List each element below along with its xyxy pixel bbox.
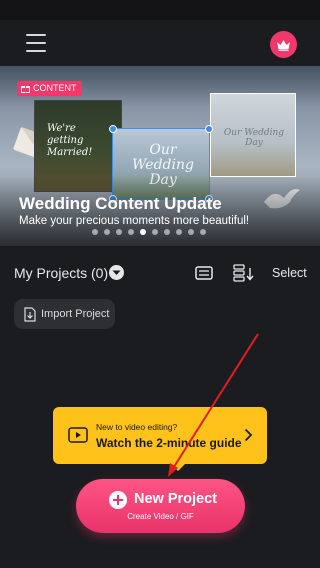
tooltip-title: Watch the 2-minute guide	[96, 436, 242, 450]
projects-dropdown[interactable]	[109, 265, 124, 280]
content-tag: CONTENT	[17, 81, 82, 96]
carousel-dot[interactable]	[176, 229, 182, 235]
play-icon	[68, 427, 88, 443]
tutorial-tooltip[interactable]: New to video editing? Watch the 2-minute…	[53, 407, 267, 471]
carousel-dot[interactable]	[188, 229, 194, 235]
carousel-dots	[92, 229, 206, 235]
promo-banner[interactable]: We're getting Married! Our Wedding Day O…	[0, 66, 320, 246]
projects-header: My Projects (0) Select	[0, 262, 320, 284]
projects-title[interactable]: My Projects (0)	[14, 265, 108, 281]
carousel-dot[interactable]	[140, 229, 146, 235]
content-tag-label: CONTENT	[33, 83, 77, 93]
card-wedding-day-2-text: Our Wedding Day	[223, 128, 285, 148]
chevron-down-icon	[112, 270, 121, 275]
premium-button[interactable]	[270, 31, 297, 58]
gift-icon	[21, 86, 30, 93]
carousel-dot[interactable]	[164, 229, 170, 235]
card-married-text: We're getting Married!	[47, 123, 93, 158]
top-bar	[0, 20, 320, 66]
import-file-icon	[24, 306, 36, 322]
carousel-dot[interactable]	[152, 229, 158, 235]
carousel-dot[interactable]	[92, 229, 98, 235]
plus-glyph	[113, 495, 123, 505]
chevron-right-icon	[244, 428, 253, 442]
import-project-button[interactable]: Import Project	[14, 299, 115, 329]
status-bar	[0, 0, 320, 20]
grid-view-icon	[195, 266, 213, 280]
selection-handle	[205, 125, 213, 133]
hamburger-line	[26, 50, 46, 52]
sort-button[interactable]	[233, 264, 255, 287]
view-toggle-button[interactable]	[195, 265, 213, 286]
template-card-wedding-day-2: Our Wedding Day	[210, 93, 296, 177]
hamburger-line	[26, 42, 46, 44]
new-project-sublabel: Create Video / GIF	[127, 512, 194, 521]
crown-icon	[277, 39, 290, 51]
carousel-dot[interactable]	[128, 229, 134, 235]
hamburger-icon	[26, 34, 46, 36]
banner-title: Wedding Content Update	[19, 194, 222, 213]
import-project-label: Import Project	[41, 308, 110, 320]
carousel-dot[interactable]	[104, 229, 110, 235]
select-button[interactable]: Select	[272, 266, 307, 280]
carousel-dot[interactable]	[116, 229, 122, 235]
tooltip-subtitle: New to video editing?	[96, 422, 178, 432]
new-project-button[interactable]: New Project Create Video / GIF	[76, 479, 245, 533]
new-project-label: New Project	[134, 491, 217, 507]
menu-button[interactable]	[26, 34, 46, 52]
banner-subtitle: Make your precious moments more beautifu…	[19, 215, 250, 227]
carousel-dot[interactable]	[200, 229, 206, 235]
sort-icon	[233, 264, 254, 282]
plus-icon	[109, 491, 127, 509]
selection-handle	[109, 125, 117, 133]
